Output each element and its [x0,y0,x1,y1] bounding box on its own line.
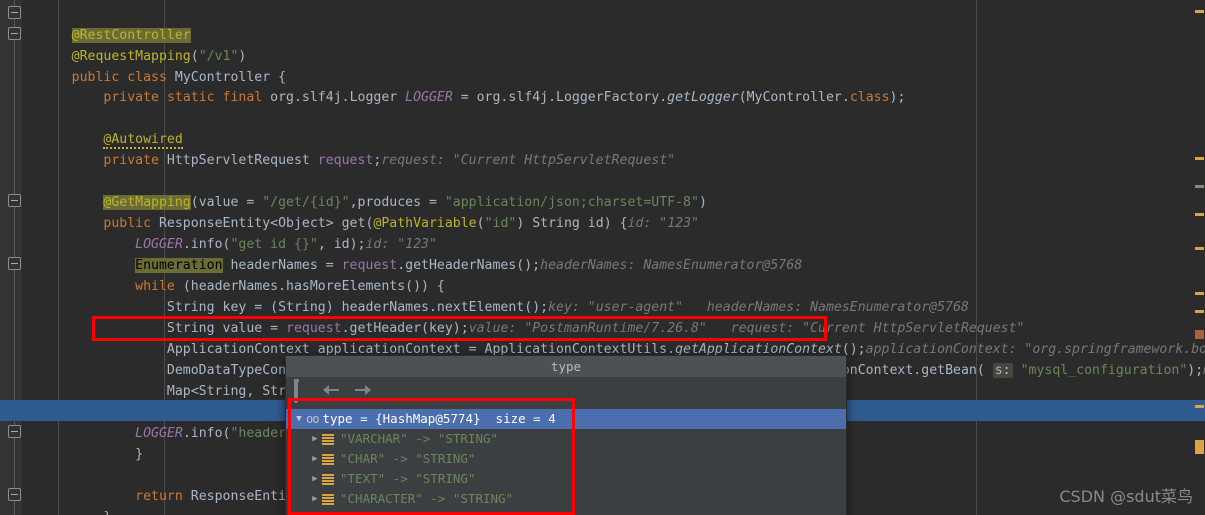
fold-marker-line-10[interactable] [8,194,21,207]
code-line-4[interactable]: private static final org.slf4j.Logger LO… [24,66,1205,105]
fold-marker-line-1[interactable] [8,6,21,19]
tree-row-character[interactable]: ▶ "CHARACTER" -> "STRING" [286,489,846,509]
code-line-7[interactable]: private HttpServletRequest request;reque… [24,129,1205,168]
scroll-marker[interactable] [1195,213,1204,216]
arrow-right-icon[interactable] [353,384,371,396]
expander-closed-icon[interactable]: ▶ [308,449,322,469]
code-line-2[interactable]: @RequestMapping("/v1") [24,25,1205,64]
code-line-13[interactable]: while (headerNames.hasMoreElements()) { [24,255,1205,294]
scroll-marker[interactable] [1195,405,1204,408]
tree-row-char[interactable]: ▶ "CHAR" -> "STRING" [286,449,846,469]
list-icon [322,493,334,505]
inline-hint-democonfig-wrap [862,360,1205,381]
tree-row-label: "VARCHAR" -> "STRING" [340,431,499,446]
debugger-variables-tree[interactable]: ▼ oo type = {HashMap@5774} size = 4 ▶ "V… [286,409,846,513]
arrow-left-icon[interactable] [323,384,341,396]
scroll-marker[interactable] [1195,247,1204,250]
popup-toolbar[interactable] [286,377,846,403]
scroll-marker[interactable] [1195,185,1204,188]
tree-row-type-root[interactable]: ▼ oo type = {HashMap@5774} size = 4 [286,409,846,429]
oo-icon: oo [306,412,319,426]
list-icon [322,473,334,485]
scroll-marker[interactable] [1195,440,1204,454]
code-line-14[interactable]: String key = (String) headerNames.nextEl… [24,276,1205,315]
token-field-logger-decl: LOGGER [405,90,453,105]
code-line-9[interactable]: @GetMapping(value = "/get/{id}",produces… [24,171,1205,210]
code-line-6[interactable]: @Autowired [24,108,1205,149]
popup-title: type [286,356,846,377]
fold-marker-line-2[interactable] [8,27,21,40]
inline-hint-runtime-wrap [840,402,1205,423]
folder-icon[interactable] [294,380,311,403]
expander-open-icon[interactable]: ▼ [292,409,306,429]
code-line-1[interactable]: @RestController [24,4,1205,43]
code-line-12[interactable]: Enumeration headerNames = request.getHea… [24,234,1205,273]
scrollbar-marker-track[interactable] [1194,0,1205,515]
token-kw-private-2: private [103,153,159,168]
list-icon [322,433,334,445]
code-line-16[interactable]: ApplicationContext applicationContext = … [24,318,1205,357]
tree-row-label: "CHAR" -> "STRING" [340,451,476,466]
debugger-value-popup[interactable]: type ▼ oo type = {HashMap@5774} size = 4… [285,355,847,515]
fold-marker-line-21[interactable] [8,425,21,438]
token-kw-private-1: private [103,90,159,105]
inline-hint-request: request: "Current HttpServletRequest" [381,153,676,168]
scroll-marker[interactable] [1195,157,1204,160]
scroll-marker[interactable] [1195,330,1204,339]
watermark: CSDN @sdut菜鸟 [1059,487,1193,506]
fold-marker-line-24[interactable] [8,488,21,501]
code-line-11[interactable]: LOGGER.info("get id {}", id);id: "123" [24,213,1205,252]
scroll-marker[interactable] [1195,10,1204,13]
tree-row-label: "TEXT" -> "STRING" [340,471,476,486]
code-line-15[interactable]: String value = request.getHeader(key);va… [24,297,1205,336]
tree-row-label: "CHARACTER" -> "STRING" [340,491,514,506]
tree-row-varchar[interactable]: ▶ "VARCHAR" -> "STRING" [286,429,846,449]
token-kw-final: final [222,90,263,105]
ide-debugger-screenshot: @RestController @RequestMapping("/v1") p… [0,0,1205,515]
token-kw-static: static [166,90,215,105]
expander-closed-icon[interactable]: ▶ [308,429,322,449]
expander-closed-icon[interactable]: ▶ [308,489,322,509]
tree-row-text[interactable]: ▶ "TEXT" -> "STRING" [286,469,846,489]
scroll-marker[interactable] [1195,292,1204,295]
tree-row-label: type = {HashMap@5774} size = 4 [322,411,556,426]
fold-marker-line-13[interactable] [8,257,21,270]
editor-gutter[interactable] [0,0,22,515]
code-line-3[interactable]: public class MyController { [24,46,1205,85]
scroll-marker[interactable] [1195,310,1204,313]
code-line-10[interactable]: public ResponseEntity<Object> get(@PathV… [24,192,1205,231]
list-icon [322,453,334,465]
expander-closed-icon[interactable]: ▶ [308,469,322,489]
